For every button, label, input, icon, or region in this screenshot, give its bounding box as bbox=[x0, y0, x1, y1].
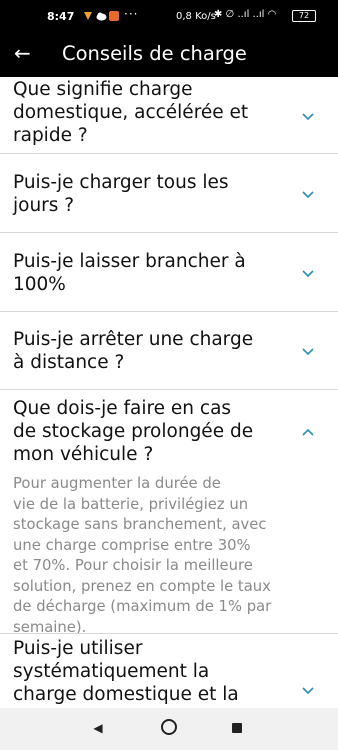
system-navigation-bar: ◀ bbox=[0, 708, 338, 750]
faq-answer: Pour augmenter la durée de vie de la bat… bbox=[13, 475, 272, 636]
faq-question: Puis-je laisser brancher à 100% bbox=[13, 251, 246, 295]
chevron-down-icon[interactable] bbox=[297, 262, 319, 284]
back-arrow-icon[interactable]: ← bbox=[14, 42, 31, 64]
faq-item[interactable]: Puis-je arrêter une charge à distance ? bbox=[0, 312, 338, 390]
faq-item[interactable]: Puis-je charger tous les jours ? bbox=[0, 154, 338, 233]
faq-question: Puis-je arrêter une charge à distance ? bbox=[13, 329, 254, 373]
faq-item[interactable]: Que signifie charge domestique, accéléré… bbox=[0, 77, 338, 154]
app-notification-icon bbox=[109, 11, 119, 21]
notification-icon bbox=[83, 11, 93, 21]
faq-question: Que dois-je faire en cas de stockage pro… bbox=[13, 398, 254, 465]
more-notifications-indicator: ··· bbox=[124, 7, 139, 21]
chevron-down-icon[interactable] bbox=[297, 679, 319, 701]
battery-icon: 72 bbox=[292, 10, 316, 22]
faq-item[interactable]: Que dois-je faire en cas de stockage pro… bbox=[0, 390, 338, 636]
chevron-up-icon[interactable] bbox=[297, 421, 319, 443]
status-time: 8:47 bbox=[47, 10, 75, 23]
faq-question: Que signifie charge domestique, accéléré… bbox=[13, 79, 249, 146]
faq-question: Puis-je charger tous les jours ? bbox=[13, 172, 229, 216]
faq-item[interactable]: Puis-je utiliser systématiquement la cha… bbox=[0, 634, 338, 708]
faq-question: Puis-je utiliser systématiquement la cha… bbox=[13, 638, 239, 705]
system-icons: ✱ ∅ ..ıl ..ıl ◠ bbox=[214, 9, 277, 20]
faq-list: Que signifie charge domestique, accéléré… bbox=[0, 77, 338, 708]
nav-recents-icon[interactable] bbox=[232, 723, 242, 733]
nav-home-icon[interactable] bbox=[161, 719, 177, 735]
chevron-down-icon[interactable] bbox=[297, 183, 319, 205]
chevron-down-icon[interactable] bbox=[297, 105, 319, 127]
status-bar: 8:47 ··· 0,8 Ko/s ✱ ∅ ..ıl ..ıl ◠ 72 bbox=[0, 0, 338, 34]
nav-back-icon[interactable]: ◀ bbox=[90, 720, 106, 736]
cloud-icon bbox=[96, 11, 107, 21]
faq-item[interactable]: Puis-je laisser brancher à 100% bbox=[0, 233, 338, 312]
chevron-down-icon[interactable] bbox=[297, 340, 319, 362]
app-bar: ← Conseils de charge bbox=[0, 34, 338, 77]
network-speed: 0,8 Ko/s bbox=[176, 11, 216, 22]
page-title: Conseils de charge bbox=[62, 42, 247, 65]
